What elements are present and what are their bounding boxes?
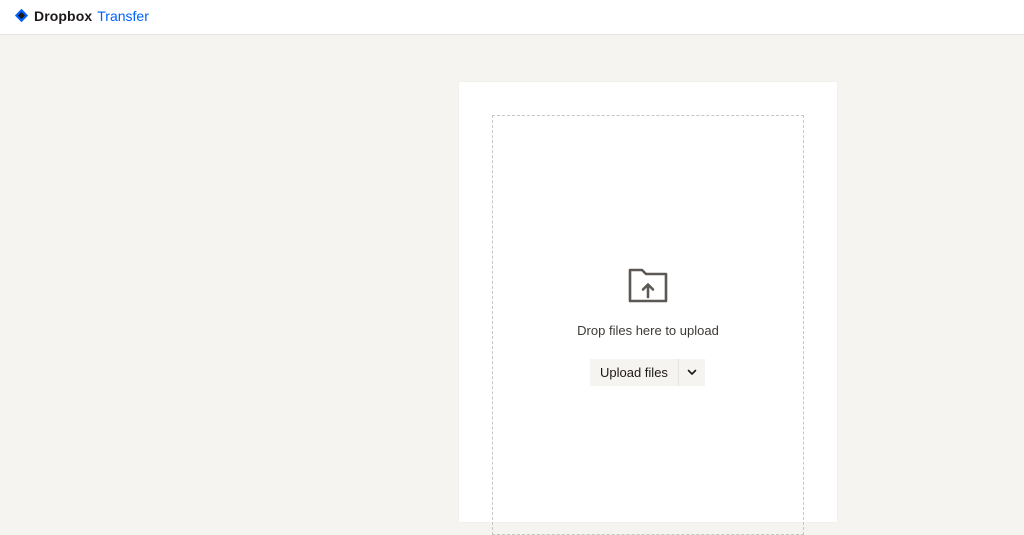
drop-instruction: Drop files here to upload (577, 323, 719, 338)
product-name: Transfer (97, 7, 149, 24)
upload-button-group: Upload files (590, 359, 705, 386)
upload-panel: Drop files here to upload Upload files (459, 82, 837, 535)
dropbox-transfer-logo[interactable]: Dropbox Transfer (14, 7, 149, 24)
chevron-down-icon (687, 369, 697, 375)
upload-options-button[interactable] (679, 359, 705, 386)
upload-files-button[interactable]: Upload files (590, 359, 678, 386)
brand-name: Dropbox (34, 7, 93, 24)
top-header: Dropbox Transfer (0, 0, 1024, 35)
file-dropzone[interactable]: Drop files here to upload Upload files (492, 115, 804, 535)
dropbox-diamond-icon (14, 8, 29, 23)
folder-upload-icon (628, 268, 668, 303)
